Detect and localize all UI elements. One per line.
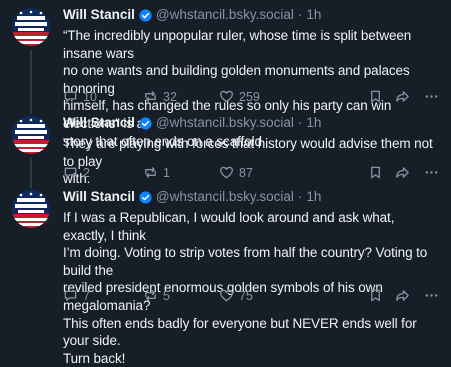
- author-handle[interactable]: @whstancil.bsky.social: [156, 114, 294, 132]
- separator-dot: ·: [297, 115, 303, 130]
- bookmark-icon: [371, 166, 380, 179]
- verified-badge-icon: [139, 8, 152, 22]
- reply-count: 2: [83, 165, 90, 180]
- share-button[interactable]: [395, 89, 410, 104]
- post-1[interactable]: Will Stancil @whstancil.bsky.social · 1h…: [0, 0, 451, 149]
- like-button[interactable]: 75: [219, 288, 253, 303]
- repost-button[interactable]: 5: [143, 288, 170, 303]
- thread-connector: [30, 108, 32, 114]
- bookmark-button[interactable]: [368, 89, 383, 104]
- reply-count: 10: [83, 89, 97, 104]
- thread-connector: [30, 158, 32, 182]
- bookmark-button[interactable]: [368, 165, 383, 180]
- repost-icon: [145, 290, 156, 301]
- reply-button[interactable]: 10: [63, 89, 97, 104]
- author-name[interactable]: Will Stancil: [63, 114, 135, 132]
- bookmark-icon: [371, 90, 380, 103]
- repost-count: 32: [163, 89, 177, 104]
- avatar[interactable]: [12, 116, 50, 154]
- like-icon: [220, 289, 233, 302]
- share-button[interactable]: [395, 288, 410, 303]
- like-button[interactable]: 259: [219, 89, 260, 104]
- author-name[interactable]: Will Stancil: [63, 188, 135, 206]
- reply-button[interactable]: 7: [63, 288, 90, 303]
- like-count: 75: [239, 288, 253, 303]
- more-icon: [425, 95, 438, 98]
- post-time[interactable]: 1h: [306, 188, 321, 206]
- bookmark-button[interactable]: [368, 288, 383, 303]
- share-icon: [396, 167, 409, 178]
- reply-button[interactable]: 2: [63, 165, 90, 180]
- bookmark-icon: [371, 289, 380, 302]
- verified-badge-icon: [139, 116, 152, 130]
- post-2[interactable]: Will Stancil @whstancil.bsky.social · 1h…: [0, 108, 451, 186]
- reply-count: 7: [83, 288, 90, 303]
- author-handle[interactable]: @whstancil.bsky.social: [156, 6, 294, 24]
- more-options-button[interactable]: [424, 288, 439, 303]
- separator-dot: ·: [297, 7, 303, 22]
- share-icon: [396, 290, 409, 301]
- share-button[interactable]: [395, 165, 410, 180]
- verified-badge-icon: [139, 190, 152, 204]
- repost-icon: [145, 91, 156, 102]
- avatar[interactable]: [12, 8, 50, 46]
- share-icon: [396, 91, 409, 102]
- repost-button[interactable]: 1: [143, 165, 170, 180]
- repost-count: 1: [163, 165, 170, 180]
- reply-icon: [64, 290, 77, 301]
- repost-icon: [145, 167, 156, 178]
- separator-dot: ·: [297, 189, 303, 204]
- like-button[interactable]: 87: [219, 165, 253, 180]
- thread-connector: [30, 50, 32, 108]
- post-time[interactable]: 1h: [306, 6, 321, 24]
- author-handle[interactable]: @whstancil.bsky.social: [156, 188, 294, 206]
- author-name[interactable]: Will Stancil: [63, 6, 135, 24]
- thread-feed: Will Stancil @whstancil.bsky.social · 1h…: [0, 0, 451, 366]
- post-time[interactable]: 1h: [306, 114, 321, 132]
- avatar[interactable]: [12, 190, 50, 228]
- more-options-button[interactable]: [424, 165, 439, 180]
- more-icon: [425, 171, 438, 174]
- thread-connector: [30, 182, 32, 188]
- reply-icon: [64, 167, 77, 178]
- like-count: 87: [239, 165, 253, 180]
- more-icon: [425, 294, 438, 297]
- repost-button[interactable]: 32: [143, 89, 177, 104]
- like-icon: [220, 90, 233, 103]
- like-icon: [220, 166, 233, 179]
- reply-icon: [64, 91, 77, 102]
- repost-count: 5: [163, 288, 170, 303]
- post-3[interactable]: Will Stancil @whstancil.bsky.social · 1h…: [0, 182, 451, 366]
- more-options-button[interactable]: [424, 89, 439, 104]
- like-count: 259: [239, 89, 260, 104]
